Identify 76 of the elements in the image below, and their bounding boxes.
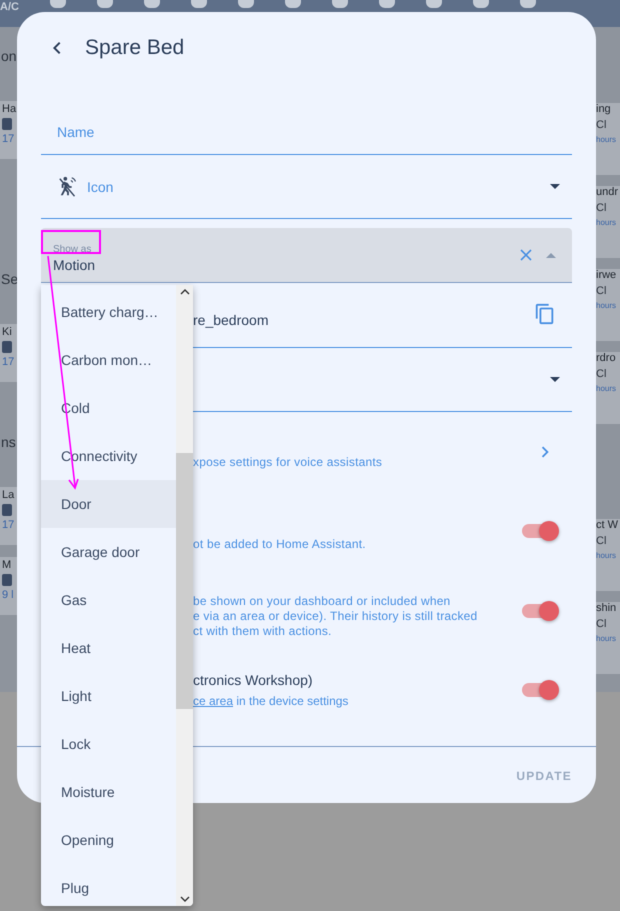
toolbar-icon[interactable] xyxy=(472,0,489,8)
section-heading: ns xyxy=(0,433,17,452)
card-title: ing xyxy=(596,103,612,115)
card-title: undr xyxy=(596,186,620,198)
menu-item[interactable]: Battery charg… xyxy=(41,288,176,336)
toolbar-icon[interactable] xyxy=(238,0,254,8)
card-state: Cl xyxy=(596,285,608,297)
menu-item[interactable]: Garage door xyxy=(41,528,176,576)
scroll-down-icon[interactable] xyxy=(180,896,190,902)
scrollbar[interactable] xyxy=(176,285,193,906)
card-meta: hours xyxy=(596,301,618,310)
card-title: Ha xyxy=(2,103,18,115)
card-meta: hours xyxy=(596,135,618,144)
visible-description: be shown on your dashboard or included when e via an area or device). Their history is still tracked ct with them with actions. xyxy=(193,594,478,638)
card-state: Cl xyxy=(596,202,608,214)
menu-item[interactable]: Gas xyxy=(41,576,176,624)
dashboard-card[interactable]: rdro Cl hours xyxy=(596,352,620,424)
card-meta: 17 xyxy=(2,356,16,368)
menu-item[interactable]: Opening xyxy=(41,816,176,864)
area-toggle[interactable] xyxy=(522,683,556,697)
toolbar-icon[interactable] xyxy=(520,0,536,8)
visible-toggle[interactable] xyxy=(522,604,556,618)
dashboard-card[interactable]: shin Cl hours xyxy=(596,602,620,674)
scroll-up-icon[interactable] xyxy=(180,289,190,295)
menu-item[interactable]: Moisture xyxy=(41,768,176,816)
copy-icon[interactable] xyxy=(534,303,556,325)
voice-assistants-text: xpose settings for voice assistants xyxy=(193,455,382,469)
card-title: Ki xyxy=(2,326,13,338)
card-meta: 9 l xyxy=(2,589,15,601)
toolbar-icon[interactable] xyxy=(50,0,66,8)
toolbar-icon[interactable] xyxy=(96,0,113,8)
area-description: ce area in the device settings xyxy=(193,694,348,708)
card-state: Cl xyxy=(596,535,608,547)
toolbar-icon[interactable] xyxy=(378,0,395,8)
card-title: ct W xyxy=(596,519,619,531)
card-title: La xyxy=(2,489,16,501)
dashboard-card[interactable]: undr Cl hours xyxy=(596,186,620,258)
show-as-select[interactable]: Show as Motion xyxy=(41,228,572,283)
enabled-description: ot be added to Home Assistant. xyxy=(193,537,366,551)
annotation-box xyxy=(41,230,101,254)
dropdown-caret-icon[interactable] xyxy=(550,184,560,189)
menu-item[interactable]: Heat xyxy=(41,624,176,672)
section-heading: Se xyxy=(0,270,20,289)
card-meta: 17 xyxy=(2,519,16,531)
dashboard-card[interactable]: ing Cl hours xyxy=(596,103,620,175)
card-title: M xyxy=(2,559,12,571)
dashboard-card[interactable]: irwe Cl hours xyxy=(596,269,620,341)
card-meta: hours xyxy=(596,384,618,393)
card-meta: hours xyxy=(596,634,618,643)
card-state: Cl xyxy=(596,618,608,630)
scrollbar-thumb[interactable] xyxy=(176,453,193,709)
enabled-toggle[interactable] xyxy=(522,524,556,538)
toolbar-icon[interactable] xyxy=(332,0,348,8)
menu-item[interactable]: Plug xyxy=(41,864,176,906)
menu-item[interactable]: Light xyxy=(41,672,176,720)
menu-item[interactable]: Door xyxy=(41,480,176,528)
card-meta: hours xyxy=(596,551,618,560)
toolbar-icon[interactable] xyxy=(190,0,207,8)
card-state: Cl xyxy=(596,368,608,380)
top-bar-label: A/C xyxy=(0,1,19,13)
clear-icon[interactable] xyxy=(520,249,532,261)
toolbar-icon[interactable] xyxy=(426,0,442,8)
area-title: ctronics Workshop) xyxy=(193,672,314,688)
section-heading: on xyxy=(0,47,18,66)
card-state: Cl xyxy=(596,119,608,131)
card-meta: hours xyxy=(596,218,618,227)
card-title: shin xyxy=(596,602,618,614)
dashboard-card[interactable]: ct W Cl hours xyxy=(596,519,620,591)
card-title: irwe xyxy=(596,269,618,281)
dialog-title: Spare Bed xyxy=(85,36,184,60)
toolbar-icon[interactable] xyxy=(284,0,301,8)
card-title: rdro xyxy=(596,352,617,364)
dropdown-caret-icon[interactable] xyxy=(550,377,560,382)
menu-item[interactable]: Lock xyxy=(41,720,176,768)
card-meta: 17 xyxy=(2,133,16,145)
toolbar-icon[interactable] xyxy=(144,0,160,8)
